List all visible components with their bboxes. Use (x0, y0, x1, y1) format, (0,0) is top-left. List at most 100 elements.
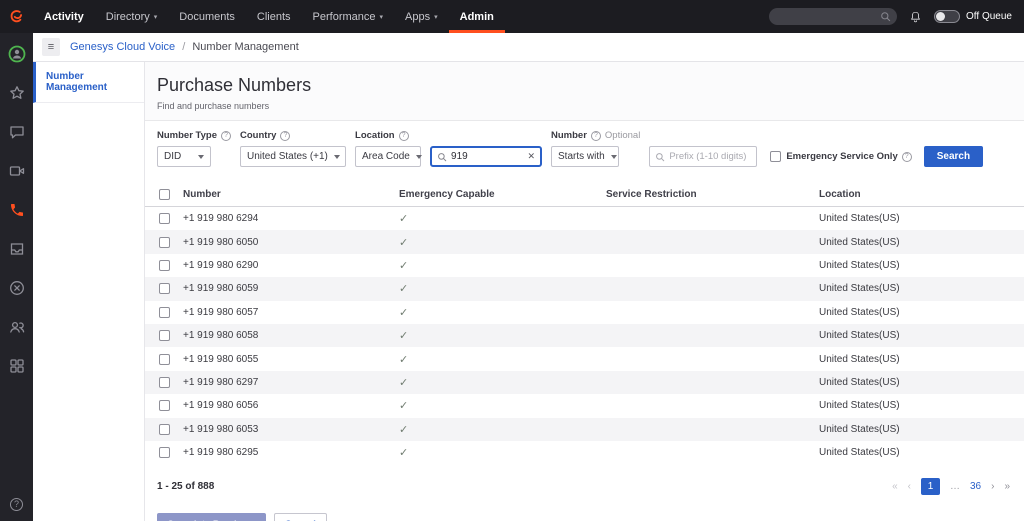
circle-x-icon[interactable] (8, 279, 26, 297)
table-row[interactable]: +1 919 980 6295 ✓ United States(US) (145, 441, 1024, 464)
table-row[interactable]: +1 919 980 6058 ✓ United States(US) (145, 324, 1024, 347)
table-row[interactable]: +1 919 980 6059 ✓ United States(US) (145, 277, 1024, 300)
notifications-bell-icon[interactable] (909, 10, 922, 24)
sidebar-item-label: Number Management (46, 71, 107, 93)
next-page-button[interactable]: › (991, 481, 994, 492)
row-checkbox[interactable] (159, 424, 170, 435)
profile-presence-icon[interactable] (8, 45, 26, 63)
row-checkbox[interactable] (159, 447, 170, 458)
nav-admin[interactable]: Admin (449, 0, 505, 33)
table-row[interactable]: +1 919 980 6294 ✓ United States(US) (145, 207, 1024, 230)
search-button[interactable]: Search (924, 146, 983, 167)
nav-directory[interactable]: Directory▾ (95, 0, 169, 33)
location-cell: United States(US) (819, 377, 1024, 388)
page-title: Purchase Numbers (157, 75, 1012, 96)
number-cell: +1 919 980 6056 (183, 400, 399, 411)
genesys-logo-icon[interactable] (0, 0, 33, 33)
location-cell: United States(US) (819, 330, 1024, 341)
location-cell: United States(US) (819, 213, 1024, 224)
nav-activity[interactable]: Activity (33, 0, 95, 33)
help-icon[interactable]: ? (8, 495, 26, 513)
prefix-input[interactable] (669, 151, 751, 162)
number-cell: +1 919 980 6294 (183, 213, 399, 224)
row-checkbox[interactable] (159, 330, 170, 341)
help-icon[interactable]: ? (221, 131, 231, 141)
table-row[interactable]: +1 919 980 6055 ✓ United States(US) (145, 347, 1024, 370)
video-icon[interactable] (8, 162, 26, 180)
select-all-checkbox[interactable] (159, 189, 170, 200)
help-icon[interactable]: ? (399, 131, 409, 141)
table-row[interactable]: +1 919 980 6290 ✓ United States(US) (145, 254, 1024, 277)
number-type-label: Number Type ? (157, 130, 231, 141)
nav-apps[interactable]: Apps▾ (394, 0, 449, 33)
check-icon: ✓ (399, 329, 606, 342)
global-search[interactable] (769, 8, 897, 25)
number-label-text: Number (551, 130, 587, 141)
nav-performance[interactable]: Performance▾ (302, 0, 395, 33)
table-body: +1 919 980 6294 ✓ United States(US) +1 9… (145, 207, 1024, 464)
table-row[interactable]: +1 919 980 6050 ✓ United States(US) (145, 230, 1024, 253)
sidebar-item-number-management[interactable]: Number Management (33, 62, 144, 103)
queue-toggle[interactable] (934, 10, 960, 23)
last-page-number-button[interactable]: 36 (970, 481, 981, 492)
row-checkbox[interactable] (159, 377, 170, 388)
help-icon[interactable]: ? (902, 152, 912, 162)
emergency-checkbox[interactable] (770, 151, 781, 162)
favorites-star-icon[interactable] (8, 84, 26, 102)
breadcrumb-current: Number Management (192, 41, 298, 53)
breadcrumb-link-genesys-cloud-voice[interactable]: Genesys Cloud Voice (70, 41, 175, 53)
check-icon: ✓ (399, 236, 606, 249)
table-row[interactable]: +1 919 980 6057 ✓ United States(US) (145, 301, 1024, 324)
row-checkbox[interactable] (159, 213, 170, 224)
number-type-select[interactable]: DID (157, 146, 211, 167)
nav-documents[interactable]: Documents (168, 0, 246, 33)
menu-hamburger-icon[interactable]: ≡ (42, 38, 60, 56)
location-cell: United States(US) (819, 400, 1024, 411)
row-checkbox[interactable] (159, 283, 170, 294)
location-type-value: Area Code (362, 151, 410, 162)
complete-purchase-button[interactable]: Complete Purchase (157, 513, 266, 521)
column-service-restriction: Service Restriction (606, 189, 819, 200)
page-header: Purchase Numbers Find and purchase numbe… (145, 62, 1024, 121)
apps-grid-icon[interactable] (8, 357, 26, 375)
country-select[interactable]: United States (+1) (240, 146, 346, 167)
chat-icon[interactable] (8, 123, 26, 141)
row-checkbox[interactable] (159, 237, 170, 248)
location-type-select[interactable]: Area Code (355, 146, 421, 167)
table-row[interactable]: +1 919 980 6056 ✓ United States(US) (145, 394, 1024, 417)
contacts-people-icon[interactable] (8, 318, 26, 336)
prefix-search-box[interactable] (649, 146, 757, 167)
help-icon[interactable]: ? (591, 131, 601, 141)
table-row[interactable]: +1 919 980 6297 ✓ United States(US) (145, 371, 1024, 394)
number-cell: +1 919 980 6290 (183, 260, 399, 271)
number-match-value: Starts with (558, 151, 605, 162)
nav-directory-label: Directory (106, 11, 150, 23)
chevron-down-icon: ▾ (434, 13, 438, 21)
help-icon[interactable]: ? (280, 131, 290, 141)
column-location: Location (819, 189, 1024, 200)
current-page-button[interactable]: 1 (921, 478, 940, 495)
global-search-input[interactable] (775, 11, 880, 22)
nav-clients[interactable]: Clients (246, 0, 302, 33)
last-page-button[interactable]: » (1004, 481, 1010, 492)
area-code-input[interactable] (451, 151, 523, 162)
cancel-button[interactable]: Cancel (274, 513, 327, 521)
column-number: Number (183, 189, 399, 200)
first-page-button[interactable]: « (892, 481, 898, 492)
clear-icon[interactable]: ✕ (527, 151, 535, 162)
calls-phone-icon[interactable] (8, 201, 26, 219)
row-checkbox[interactable] (159, 260, 170, 271)
chevron-down-icon (198, 155, 204, 159)
nav-clients-label: Clients (257, 11, 291, 23)
inbox-icon[interactable] (8, 240, 26, 258)
filter-location: Location ? Area Code (355, 130, 421, 167)
row-checkbox[interactable] (159, 307, 170, 318)
row-checkbox[interactable] (159, 400, 170, 411)
main-content: Purchase Numbers Find and purchase numbe… (145, 62, 1024, 521)
emergency-filter: Emergency Service Only ? (770, 146, 911, 167)
prev-page-button[interactable]: ‹ (908, 481, 911, 492)
number-match-select[interactable]: Starts with (551, 146, 619, 167)
area-code-search-box[interactable]: ✕ (430, 146, 542, 167)
row-checkbox[interactable] (159, 354, 170, 365)
table-row[interactable]: +1 919 980 6053 ✓ United States(US) (145, 418, 1024, 441)
